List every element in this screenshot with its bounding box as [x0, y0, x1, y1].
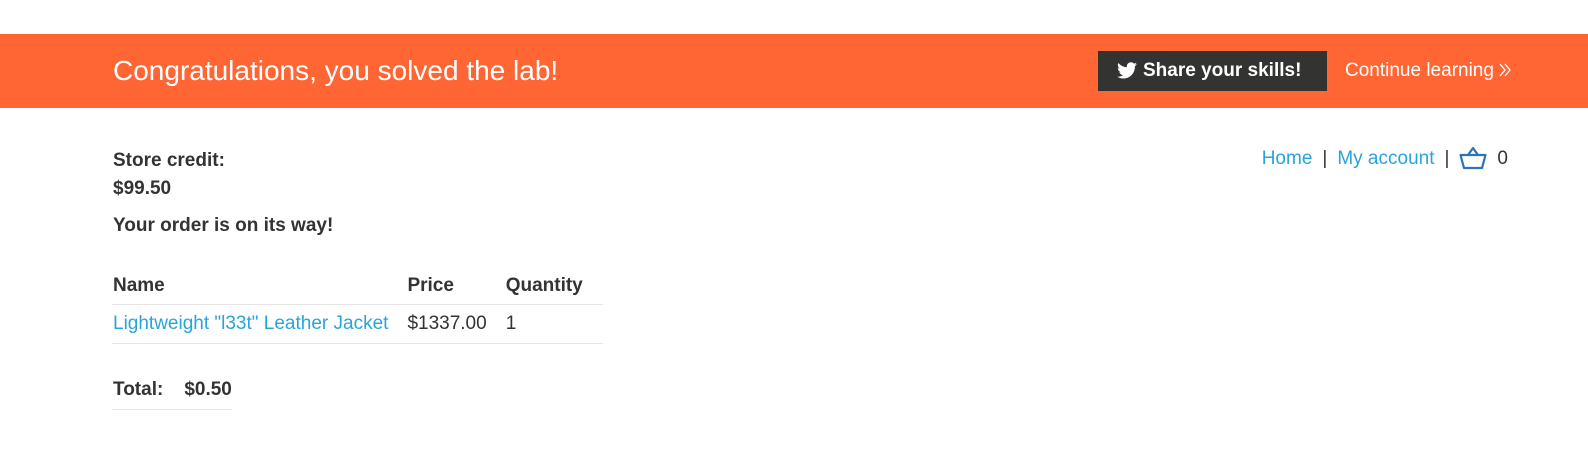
top-navigation: Home | My account | 0	[1262, 146, 1508, 177]
total-row: Total: $0.50	[112, 371, 232, 410]
banner-title: Congratulations, you solved the lab!	[113, 55, 559, 86]
share-skills-button[interactable]: Share your skills!	[1098, 51, 1327, 91]
share-skills-label: Share your skills!	[1143, 60, 1302, 81]
basket-icon[interactable]	[1459, 146, 1488, 177]
column-header-quantity: Quantity	[504, 268, 603, 305]
store-credit: Store credit: $99.50	[113, 147, 225, 203]
total-table: Total: $0.50	[112, 371, 232, 410]
order-confirmation-message: Your order is on its way!	[113, 215, 334, 236]
product-name-cell: Lightweight "l33t" Leather Jacket	[112, 304, 407, 344]
column-header-name: Name	[112, 268, 407, 305]
nav-separator: |	[1444, 148, 1450, 169]
total-label: Total:	[112, 371, 184, 410]
column-header-price: Price	[406, 268, 505, 305]
product-quantity-cell: 1	[504, 304, 603, 344]
order-table: Name Price Quantity Lightweight "l33t" L…	[112, 268, 603, 344]
product-link[interactable]: Lightweight "l33t" Leather Jacket	[113, 313, 388, 334]
cart-count: 0	[1497, 148, 1508, 169]
table-row: Lightweight "l33t" Leather Jacket $1337.…	[112, 304, 603, 344]
table-header-row: Name Price Quantity	[112, 268, 603, 305]
continue-learning-link[interactable]: Continue learning	[1345, 60, 1512, 84]
store-credit-label: Store credit:	[113, 150, 225, 171]
continue-learning-label: Continue learning	[1345, 60, 1494, 81]
twitter-icon	[1117, 54, 1137, 94]
double-chevron-right-icon	[1498, 62, 1512, 84]
home-link[interactable]: Home	[1262, 148, 1313, 169]
lab-solved-banner: Congratulations, you solved the lab! Sha…	[0, 34, 1588, 108]
total-value: $0.50	[183, 371, 232, 410]
store-credit-value: $99.50	[113, 178, 172, 199]
product-price-cell: $1337.00	[406, 304, 505, 344]
nav-separator: |	[1322, 148, 1328, 169]
my-account-link[interactable]: My account	[1337, 148, 1434, 169]
